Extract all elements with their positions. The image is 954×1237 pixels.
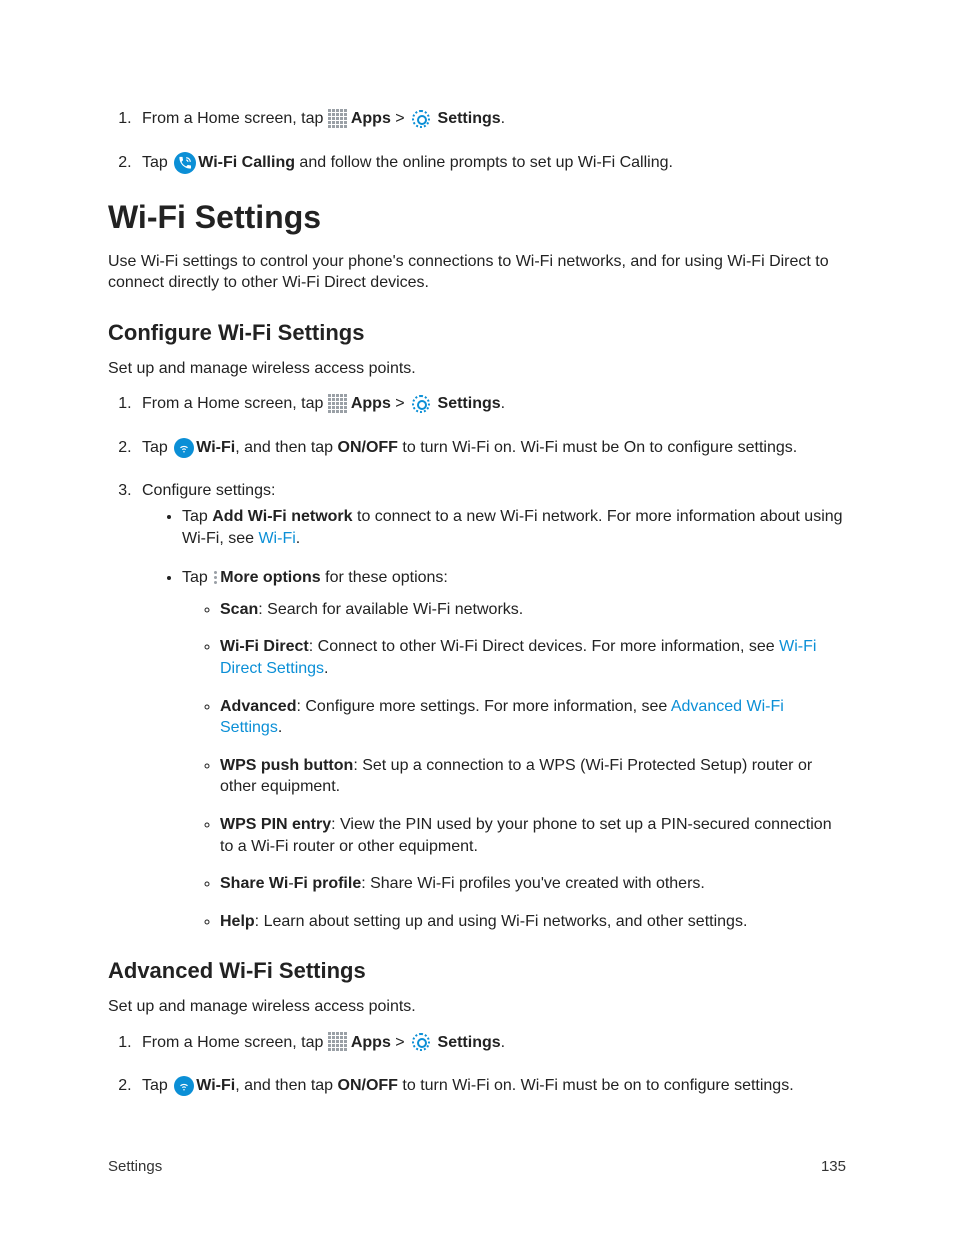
step-text: Tap xyxy=(142,154,172,171)
separator: > xyxy=(391,395,409,412)
configure-steps-list: From a Home screen, tap Apps > Settings.… xyxy=(108,393,846,932)
then-tap: , and then tap xyxy=(235,439,337,456)
advanced-steps-list: From a Home screen, tap Apps > Settings.… xyxy=(108,1032,846,1097)
list-item: Advanced: Configure more settings. For m… xyxy=(220,696,846,739)
more-options-icon xyxy=(214,571,217,584)
settings-label: Settings xyxy=(438,395,501,412)
wifi-label: Wi-Fi xyxy=(196,1077,235,1094)
heading-advanced-wifi: Advanced Wi-Fi Settings xyxy=(108,956,846,986)
wifi-label: Wi-Fi xyxy=(196,439,235,456)
list-item: From a Home screen, tap Apps > Settings. xyxy=(136,393,846,415)
onoff-label: ON/OFF xyxy=(338,439,398,456)
list-item: WPS PIN entry: View the PIN used by your… xyxy=(220,814,846,857)
wifi-calling-icon xyxy=(174,152,196,174)
advanced-rest: : Configure more settings. For more info… xyxy=(296,698,670,715)
list-item: Wi-Fi Direct: Connect to other Wi-Fi Dir… xyxy=(220,636,846,679)
step-text: From a Home screen, tap xyxy=(142,110,328,127)
list-item: Tap Add Wi-Fi network to connect to a ne… xyxy=(182,506,846,549)
wps-push-label: WPS push button xyxy=(220,757,353,774)
settings-icon xyxy=(412,1033,430,1051)
period: . xyxy=(501,1034,505,1051)
apps-icon xyxy=(328,109,350,129)
share-label-b: Fi profile xyxy=(294,875,362,892)
heading-configure-wifi: Configure Wi-Fi Settings xyxy=(108,318,846,348)
period: . xyxy=(278,719,282,736)
list-item: From a Home screen, tap Apps > Settings. xyxy=(136,1032,846,1054)
apps-icon xyxy=(328,1032,350,1052)
wifi-direct-rest: : Connect to other Wi-Fi Direct devices.… xyxy=(309,638,779,655)
wifi-icon xyxy=(174,1076,194,1096)
advanced-label: Advanced xyxy=(220,698,296,715)
intro-steps-list: From a Home screen, tap Apps > Settings.… xyxy=(108,108,846,174)
list-item: Tap Wi-Fi Calling and follow the online … xyxy=(136,152,846,174)
list-item: WPS push button: Set up a connection to … xyxy=(220,755,846,798)
share-rest: : Share Wi-Fi profiles you've created wi… xyxy=(361,875,705,892)
settings-label: Settings xyxy=(438,1034,501,1051)
help-label: Help xyxy=(220,913,255,930)
step-text: Tap xyxy=(142,439,172,456)
onoff-rest: to turn Wi-Fi on. Wi-Fi must be on to co… xyxy=(398,1077,794,1094)
settings-label: Settings xyxy=(438,110,501,127)
settings-icon xyxy=(412,110,430,128)
list-item: Help: Learn about setting up and using W… xyxy=(220,911,846,933)
list-item: Configure settings: Tap Add Wi-Fi networ… xyxy=(136,480,846,932)
then-tap: , and then tap xyxy=(235,1077,337,1094)
step-text: Tap xyxy=(142,1077,172,1094)
configure-step3: Configure settings: xyxy=(142,482,275,499)
scan-rest: : Search for available Wi-Fi networks. xyxy=(258,601,523,618)
configure-sublist: Tap Add Wi-Fi network to connect to a ne… xyxy=(142,506,846,932)
apps-label: Apps xyxy=(351,395,391,412)
more-options-sublist: Scan: Search for available Wi-Fi network… xyxy=(182,599,846,933)
wifi-settings-intro: Use Wi-Fi settings to control your phone… xyxy=(108,251,846,294)
add-wifi-network-label: Add Wi-Fi network xyxy=(212,508,352,525)
settings-icon xyxy=(412,395,430,413)
footer-page-number: 135 xyxy=(821,1157,846,1177)
apps-icon xyxy=(328,394,350,414)
period: . xyxy=(501,110,505,127)
step-text: From a Home screen, tap xyxy=(142,395,328,412)
advanced-intro: Set up and manage wireless access points… xyxy=(108,996,846,1018)
wifi-icon xyxy=(174,438,194,458)
onoff-label: ON/OFF xyxy=(338,1077,398,1094)
tap-text: Tap xyxy=(182,508,212,525)
page-footer: Settings 135 xyxy=(108,1157,846,1177)
footer-section: Settings xyxy=(108,1157,162,1177)
configure-intro: Set up and manage wireless access points… xyxy=(108,358,846,380)
apps-label: Apps xyxy=(351,110,391,127)
list-item: Tap Wi-Fi, and then tap ON/OFF to turn W… xyxy=(136,1075,846,1097)
step-text: From a Home screen, tap xyxy=(142,1034,328,1051)
wifi-link[interactable]: Wi-Fi xyxy=(258,530,295,547)
wifi-direct-label: Wi-Fi Direct xyxy=(220,638,309,655)
list-item: Tap More options for these options: Scan… xyxy=(182,567,846,932)
list-item: Tap Wi-Fi, and then tap ON/OFF to turn W… xyxy=(136,437,846,459)
share-label-a: Share Wi xyxy=(220,875,288,892)
more-options-label: More options xyxy=(220,569,320,586)
separator: > xyxy=(391,110,409,127)
period: . xyxy=(296,530,300,547)
period: . xyxy=(324,660,328,677)
scan-label: Scan xyxy=(220,601,258,618)
wifi-calling-label: Wi-Fi Calling xyxy=(198,154,295,171)
help-rest: : Learn about setting up and using Wi-Fi… xyxy=(255,913,748,930)
list-item: Scan: Search for available Wi-Fi network… xyxy=(220,599,846,621)
list-item: From a Home screen, tap Apps > Settings. xyxy=(136,108,846,130)
more-options-rest: for these options: xyxy=(321,569,448,586)
onoff-rest: to turn Wi-Fi on. Wi-Fi must be On to co… xyxy=(398,439,797,456)
wps-pin-label: WPS PIN entry xyxy=(220,816,331,833)
apps-label: Apps xyxy=(351,1034,391,1051)
separator: > xyxy=(391,1034,409,1051)
wifi-calling-follow: and follow the online prompts to set up … xyxy=(295,154,673,171)
tap-text: Tap xyxy=(182,569,212,586)
heading-wifi-settings: Wi-Fi Settings xyxy=(108,196,846,239)
period: . xyxy=(501,395,505,412)
list-item: Share Wi-Fi profile: Share Wi-Fi profile… xyxy=(220,873,846,895)
